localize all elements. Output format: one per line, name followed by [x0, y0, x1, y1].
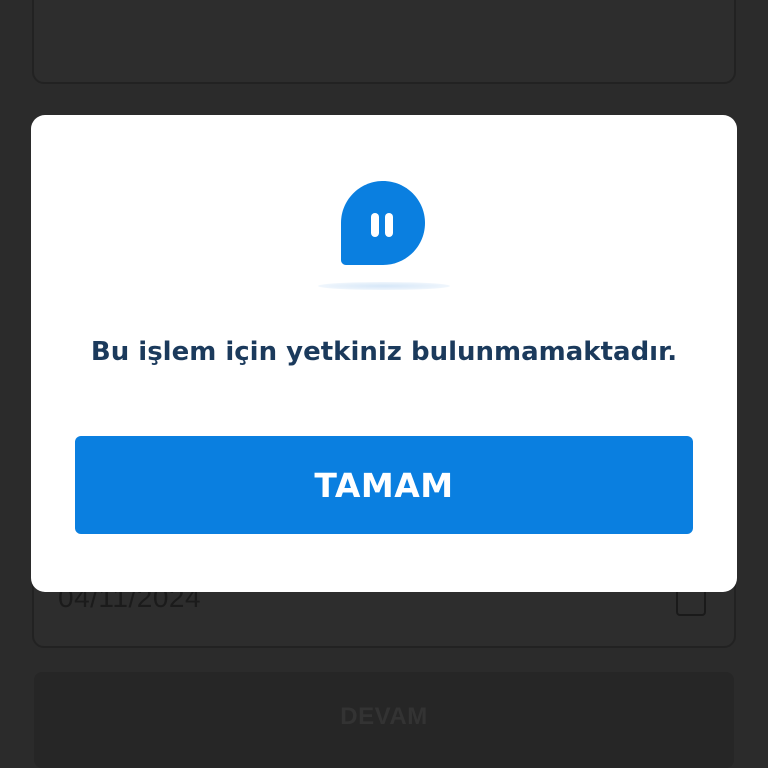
background-continue-label: DEVAM [340, 703, 428, 730]
chat-bubble-pause-icon [341, 181, 425, 265]
background-card [32, 0, 736, 84]
ok-button[interactable]: TAMAM [75, 436, 693, 534]
background-continue-button: DEVAM [34, 672, 734, 768]
dialog-message: Bu işlem için yetkiniz bulunmamaktadır. [90, 337, 678, 367]
ok-button-label: TAMAM [314, 465, 454, 505]
icon-shadow [318, 282, 450, 290]
screen: 04/11/2024 DEVAM Bu işlem için yetkiniz … [0, 0, 768, 768]
